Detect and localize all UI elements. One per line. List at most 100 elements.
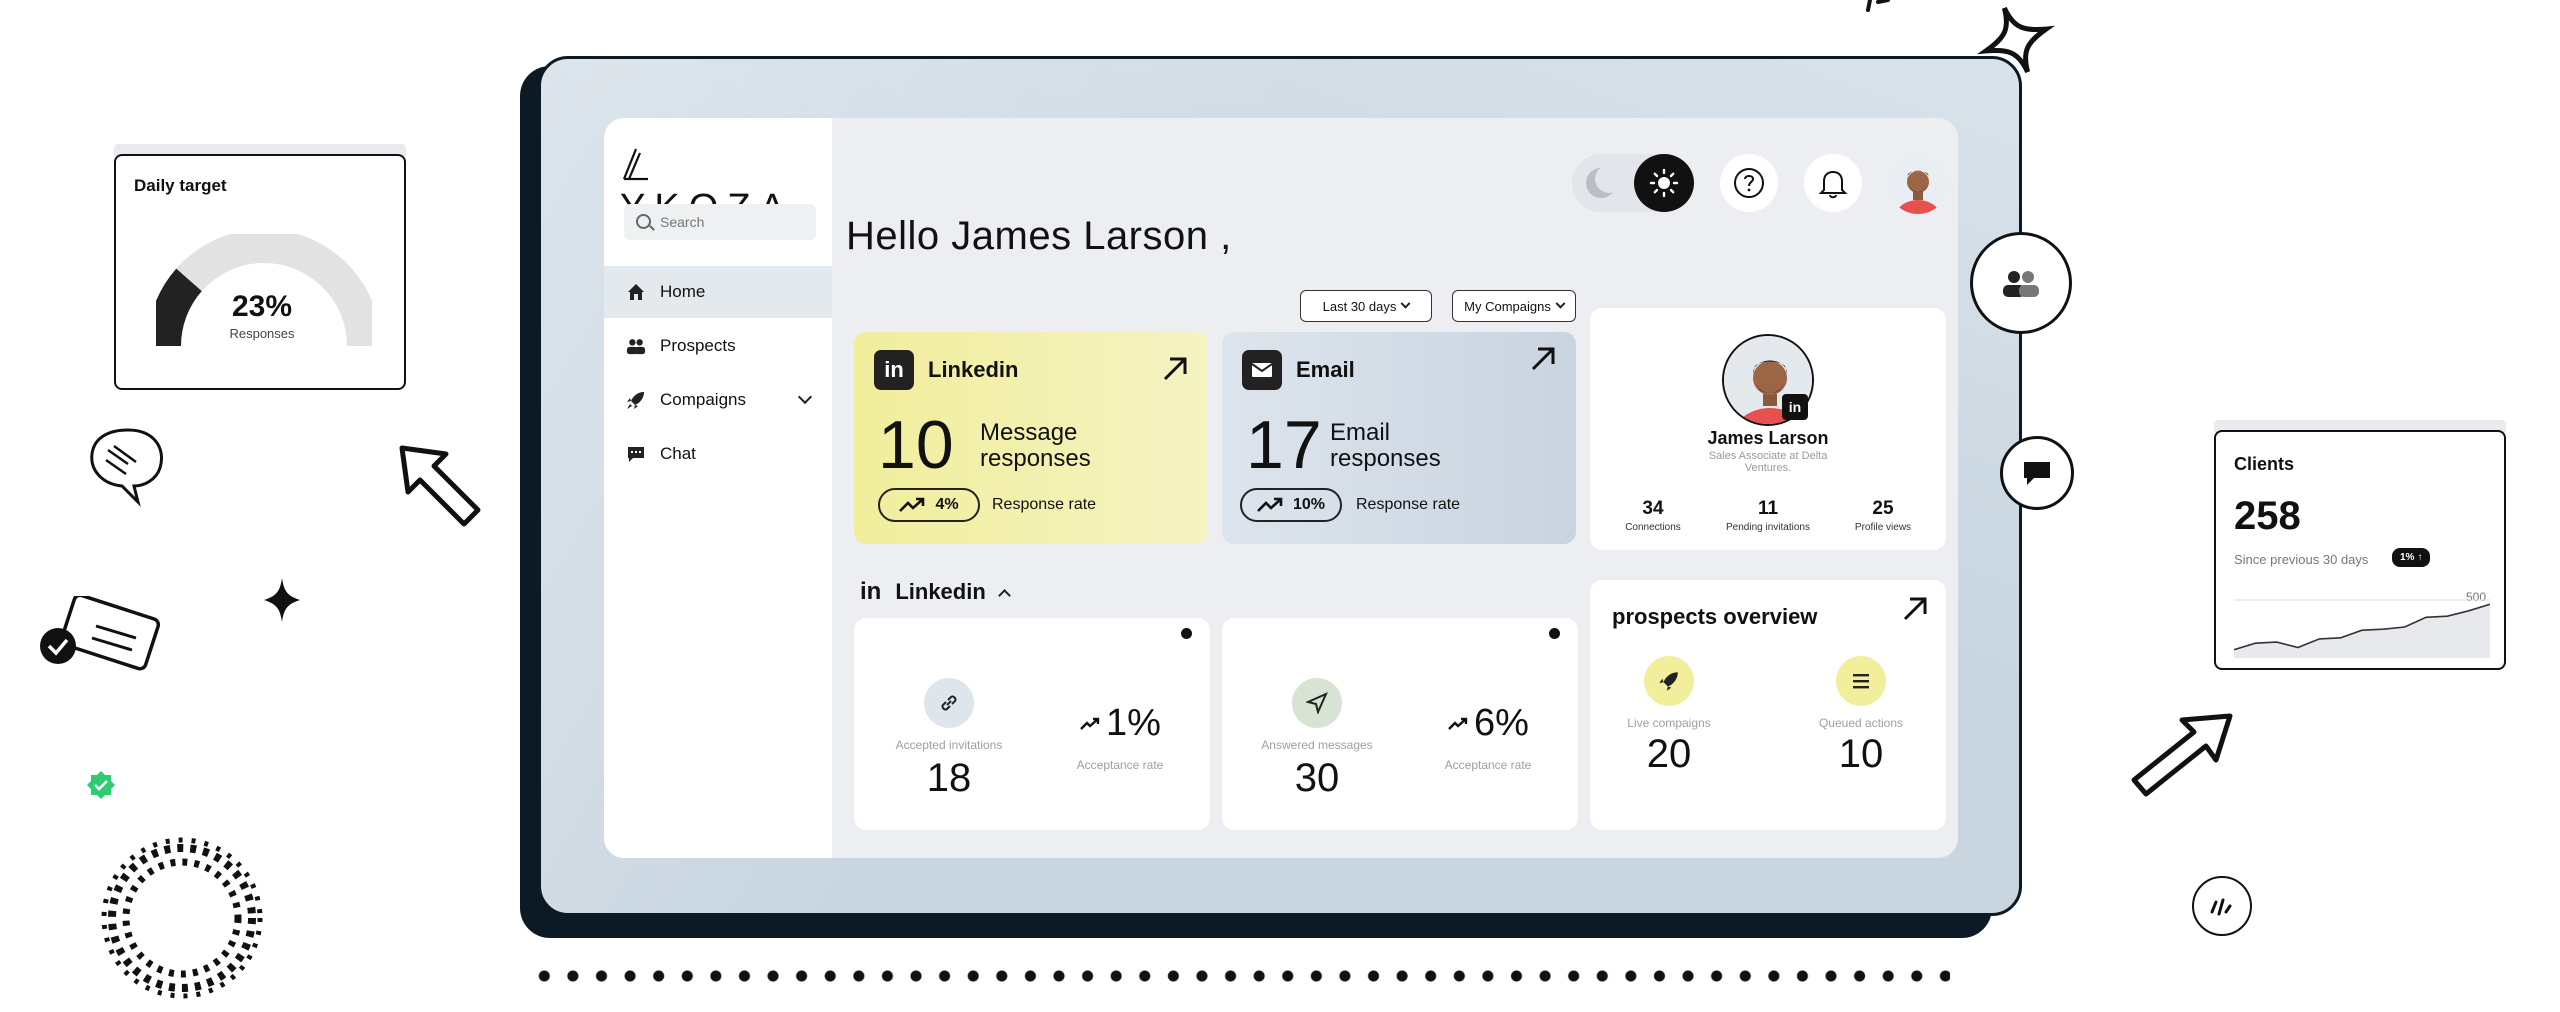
overview-title: prospects overview <box>1612 604 1818 629</box>
linkedin-response-label: Message responses <box>980 419 1091 472</box>
profile-card[interactable]: in James Larson Sales Associate at Delta… <box>1590 308 1946 550</box>
linkedin-card-title: Linkedin <box>928 357 1019 382</box>
trend-up-icon <box>1448 717 1468 730</box>
arrow-up-right-icon[interactable] <box>1900 594 1930 624</box>
daily-target-label: Responses <box>229 326 295 341</box>
trend-up-icon <box>1257 497 1283 512</box>
list-icon <box>1836 656 1886 706</box>
linkedin-section-header[interactable]: in Linkedin <box>860 578 1011 606</box>
linkedin-icon: in <box>874 350 914 390</box>
info-icon[interactable] <box>1181 628 1192 639</box>
email-rate-pill: 10% <box>1240 488 1342 522</box>
sidebar-item-label: Compaigns <box>660 390 746 409</box>
period-filter-label: Last 30 days <box>1322 298 1397 314</box>
users-bubble <box>1970 232 2072 334</box>
profile-name: James Larson <box>1707 428 1829 448</box>
acceptance-rate-value: 6% <box>1448 702 1529 745</box>
chat-icon <box>626 444 646 464</box>
theme-toggle[interactable] <box>1572 154 1694 212</box>
live-compaigns-label: Live compaigns <box>1627 716 1711 730</box>
id-card-icon <box>40 596 160 671</box>
speech-bubble-icon <box>90 428 163 507</box>
help-icon <box>1734 168 1764 198</box>
accepted-invitations-value: 18 <box>926 756 972 800</box>
chevron-down-icon <box>1400 298 1411 309</box>
users-icon <box>2003 271 2039 297</box>
campaign-filter-dropdown[interactable]: My Compaigns <box>1452 290 1576 322</box>
queued-actions-value: 10 <box>1838 732 1884 776</box>
pct-text: 6% <box>1474 702 1529 744</box>
notifications-button[interactable] <box>1804 154 1862 212</box>
logo-mark-icon <box>622 148 648 181</box>
accepted-invitations-label: Accepted invitations <box>895 738 1003 752</box>
bell-icon <box>1818 170 1848 199</box>
acceptance-rate-value: 1% <box>1080 702 1161 745</box>
rocket-icon <box>1644 656 1694 706</box>
info-icon[interactable] <box>1549 628 1560 639</box>
linkedin-rate-label: Response rate <box>992 496 1097 513</box>
acceptance-rate-label: Acceptance rate <box>1076 758 1164 772</box>
search-input[interactable]: Search <box>660 214 704 230</box>
chevron-down-icon[interactable] <box>797 389 813 405</box>
clients-title: Clients <box>2234 454 2295 474</box>
scribble-decoration <box>1866 0 1890 12</box>
sidebar-item-home[interactable]: Home <box>604 266 832 318</box>
campaign-filter-label: My Compaigns <box>1464 298 1551 314</box>
stat-value: 34 <box>1642 498 1664 519</box>
trend-up-icon <box>899 497 925 512</box>
home-icon <box>626 282 646 302</box>
profile-stat-views: 25 Profile views <box>1828 498 1938 533</box>
search-icon <box>636 214 651 229</box>
clients-widget: Clients 258 Since previous 30 days 1% ↑ 5… <box>2214 430 2506 670</box>
arrow-up-right-icon[interactable] <box>1160 354 1190 384</box>
clients-value: 258 <box>2234 494 2301 538</box>
chevron-up-icon[interactable] <box>997 588 1011 602</box>
accepted-invitations-card: Accepted invitations 18 1% Acceptance ra… <box>854 618 1210 830</box>
brand-logo[interactable]: YKOZA <box>620 144 820 229</box>
help-button[interactable] <box>1720 154 1778 212</box>
sparkle-icon <box>264 578 300 622</box>
daily-target-title: Daily target <box>134 176 227 195</box>
prospects-overview-card[interactable]: prospects overview Live compaigns 20 Que… <box>1590 580 1946 830</box>
email-rate-value: 10% <box>1292 496 1326 513</box>
stat-label: Connections <box>1625 522 1681 533</box>
live-compaigns-value: 20 <box>1646 732 1692 776</box>
sun-icon[interactable] <box>1634 154 1694 212</box>
sidebar-item-label: Home <box>660 282 706 301</box>
sidebar-item-prospects[interactable]: Prospects <box>604 320 832 372</box>
sparkle-outline-icon <box>1977 6 2055 74</box>
moon-icon[interactable] <box>1586 165 1623 198</box>
stat-label: Pending invitations <box>1726 522 1810 533</box>
link-icon <box>924 678 974 728</box>
profile-stat-pending: 11 Pending invitations <box>1713 498 1823 533</box>
linkedin-icon: in <box>860 578 882 605</box>
app-window: YKOZA Search Home Prospects Compaigns <box>604 118 1958 858</box>
sidebar-item-label: Chat <box>660 444 696 463</box>
linkedin-stats-card[interactable]: in Linkedin 10 Message responses 4% Resp… <box>854 332 1208 544</box>
stat-value: 11 <box>1757 498 1779 519</box>
sidebar-item-chat[interactable]: Chat <box>604 428 832 480</box>
clients-change-badge: 1% ↑ <box>2392 548 2431 567</box>
user-avatar[interactable] <box>1888 154 1948 214</box>
chevron-down-icon <box>1555 298 1566 309</box>
badge-text: 1% <box>2400 552 2415 563</box>
email-stats-card[interactable]: Email 17 Email responses 10% Response ra… <box>1222 332 1576 544</box>
avatar-image <box>1888 154 1948 214</box>
email-icon <box>1242 350 1282 390</box>
arrow-up-icon: ↑ <box>2417 552 2423 563</box>
search-box[interactable]: Search <box>624 204 816 240</box>
period-filter-dropdown[interactable]: Last 30 days <box>1300 290 1432 322</box>
email-response-count: 17 <box>1246 407 1322 483</box>
email-card-header: Email <box>1242 350 1355 390</box>
cursor-arrow-icon <box>399 445 481 527</box>
sidebar-item-compaigns[interactable]: Compaigns <box>604 374 832 426</box>
dotted-ring-decoration <box>101 837 263 999</box>
arrow-up-right-icon[interactable] <box>1528 344 1558 374</box>
linkedin-card-header: in Linkedin <box>874 350 1018 390</box>
linkedin-rate-value: 4% <box>935 496 959 513</box>
stat-label: Profile views <box>1854 522 1912 533</box>
answered-messages-card: Answered messages 30 6% Acceptance rate <box>1222 618 1578 830</box>
linkedin-response-count: 10 <box>878 407 954 483</box>
cursor-arrow-icon <box>2131 713 2233 797</box>
stat-value: 25 <box>1872 498 1894 519</box>
